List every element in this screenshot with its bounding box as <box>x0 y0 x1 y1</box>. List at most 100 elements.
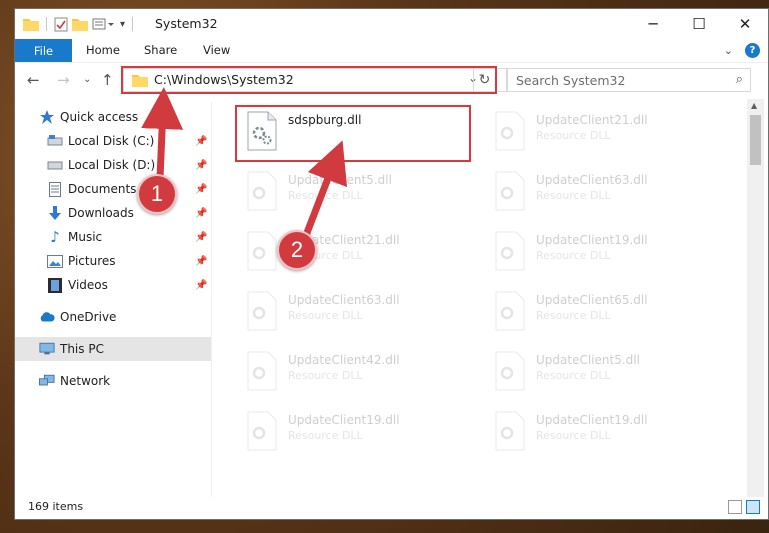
window-title: System32 <box>155 16 218 31</box>
nav-item-onedrive[interactable]: OneDrive <box>15 305 211 329</box>
close-button[interactable]: ✕ <box>722 9 768 39</box>
forward-arrow-icon[interactable]: → <box>57 71 70 89</box>
folder-icon <box>23 19 39 31</box>
step-badge-1: 1 <box>137 174 177 214</box>
nav-item-local-disk-c[interactable]: Local Disk (C:) 📌 <box>15 129 211 153</box>
file-name: UpdateClient63.dll <box>288 293 400 307</box>
nav-item-this-pc[interactable]: This PC <box>15 337 211 361</box>
dll-file-icon <box>246 291 278 331</box>
search-icon: ⌕ <box>735 72 743 87</box>
file-item[interactable]: UpdateClient63.dll Resource DLL <box>486 167 721 221</box>
vertical-scrollbar[interactable]: ▲ <box>747 99 764 497</box>
network-icon <box>39 373 55 389</box>
file-type: Resource DLL <box>288 189 363 202</box>
expand-ribbon-icon[interactable]: ⌄ <box>724 44 733 57</box>
dll-file-icon <box>494 231 526 271</box>
nav-item-pictures[interactable]: Pictures 📌 <box>15 249 211 273</box>
dll-file-icon <box>246 351 278 391</box>
pin-icon[interactable]: 📌 <box>195 184 207 195</box>
nav-item-videos[interactable]: Videos 📌 <box>15 273 211 297</box>
file-item[interactable]: UpdateClient21.dll Resource DLL <box>486 107 721 161</box>
file-name: UpdateClient19.dll <box>536 413 648 427</box>
dll-file-icon <box>246 171 278 211</box>
file-name: UpdateClient19.dll <box>288 413 400 427</box>
file-type: Resource DLL <box>536 249 611 262</box>
tab-file[interactable]: File <box>15 39 72 62</box>
file-item[interactable]: UpdateClient5.dll Resource DLL <box>238 167 473 221</box>
address-highlight-box <box>121 66 497 94</box>
file-name: UpdateClient21.dll <box>536 113 648 127</box>
new-folder-icon[interactable] <box>72 17 88 31</box>
tab-home[interactable]: Home <box>86 43 120 57</box>
file-type: Resource DLL <box>288 309 363 322</box>
back-arrow-icon[interactable]: ← <box>27 71 40 89</box>
file-type: Resource DLL <box>536 429 611 442</box>
pin-icon[interactable]: 📌 <box>195 208 207 219</box>
file-type: Resource DLL <box>536 189 611 202</box>
pin-icon[interactable]: 📌 <box>195 160 207 171</box>
download-icon <box>47 205 63 221</box>
help-icon[interactable]: ? <box>745 43 760 58</box>
pin-icon[interactable]: 📌 <box>195 232 207 243</box>
scroll-up-icon[interactable]: ▲ <box>751 101 757 110</box>
search-input[interactable]: Search System32 <box>516 73 625 88</box>
file-type: Resource DLL <box>536 369 611 382</box>
file-type: Resource DLL <box>288 369 363 382</box>
nav-item-music[interactable]: ♪ Music 📌 <box>15 225 211 249</box>
pin-icon[interactable]: 📌 <box>195 280 207 291</box>
dll-file-icon <box>494 111 526 151</box>
file-item[interactable]: UpdateClient19.dll Resource DLL <box>238 407 473 461</box>
file-item[interactable]: UpdateClient65.dll Resource DLL <box>486 287 721 341</box>
file-name: UpdateClient5.dll <box>536 353 640 367</box>
tab-view[interactable]: View <box>203 43 230 57</box>
file-name: UpdateClient63.dll <box>536 173 648 187</box>
recent-locations-icon[interactable]: ⌄ <box>83 74 91 85</box>
drive-icon <box>47 133 63 149</box>
file-item[interactable]: UpdateClient19.dll Resource DLL <box>486 407 721 461</box>
maximize-button[interactable]: ☐ <box>676 9 722 39</box>
pin-icon[interactable]: 📌 <box>195 256 207 267</box>
dll-file-icon <box>494 291 526 331</box>
file-type: Resource DLL <box>288 429 363 442</box>
file-name: UpdateClient65.dll <box>536 293 648 307</box>
scroll-thumb[interactable] <box>750 115 761 165</box>
dll-file-icon <box>494 411 526 451</box>
status-bar: 169 items <box>15 497 768 519</box>
pictures-icon <box>47 253 63 269</box>
file-item[interactable]: UpdateClient42.dll Resource DLL <box>238 347 473 401</box>
tab-share[interactable]: Share <box>144 43 177 57</box>
file-list: sdspburg.dll UpdateClient21.dll Resource… <box>212 99 745 499</box>
dll-file-icon <box>246 111 278 151</box>
minimize-button[interactable]: ─ <box>630 9 676 39</box>
file-name: UpdateClient42.dll <box>288 353 400 367</box>
file-type: Resource DLL <box>536 309 611 322</box>
customize-icon[interactable] <box>92 17 116 31</box>
details-view-icon[interactable] <box>728 500 742 514</box>
drive-icon <box>47 157 63 173</box>
tiles-view-icon[interactable] <box>746 500 760 514</box>
nav-item-network[interactable]: Network <box>15 369 211 393</box>
file-item[interactable]: sdspburg.dll <box>238 107 473 161</box>
star-icon <box>39 109 55 125</box>
nav-item-downloads[interactable]: Downloads 📌 <box>15 201 211 225</box>
nav-item-local-disk-d[interactable]: Local Disk (D:) 📌 <box>15 153 211 177</box>
file-item[interactable]: UpdateClient63.dll Resource DLL <box>238 287 473 341</box>
ribbon-tabs: File Home Share View ⌄ ? <box>15 39 768 63</box>
file-name: UpdateClient5.dll <box>288 173 392 187</box>
title-bar: ▾ System32 ─ ☐ ✕ <box>15 9 768 39</box>
search-box[interactable]: Search System32 ⌕ <box>507 68 751 92</box>
file-type: Resource DLL <box>536 129 611 142</box>
pin-icon[interactable]: 📌 <box>195 136 207 147</box>
file-name: sdspburg.dll <box>288 113 362 127</box>
file-name: UpdateClient19.dll <box>536 233 648 247</box>
file-item[interactable]: UpdateClient21.dll Resource DLL <box>238 227 473 281</box>
nav-item-quick-access[interactable]: Quick access <box>15 105 211 129</box>
file-item[interactable]: UpdateClient19.dll Resource DLL <box>486 227 721 281</box>
qat-dropdown-icon[interactable]: ▾ <box>120 19 125 30</box>
dll-file-icon <box>494 351 526 391</box>
properties-icon[interactable] <box>54 17 68 32</box>
item-count: 169 items <box>28 500 84 513</box>
file-item[interactable]: UpdateClient5.dll Resource DLL <box>486 347 721 401</box>
up-arrow-icon[interactable]: ↑ <box>101 71 114 89</box>
nav-item-documents[interactable]: Documents 📌 <box>15 177 211 201</box>
